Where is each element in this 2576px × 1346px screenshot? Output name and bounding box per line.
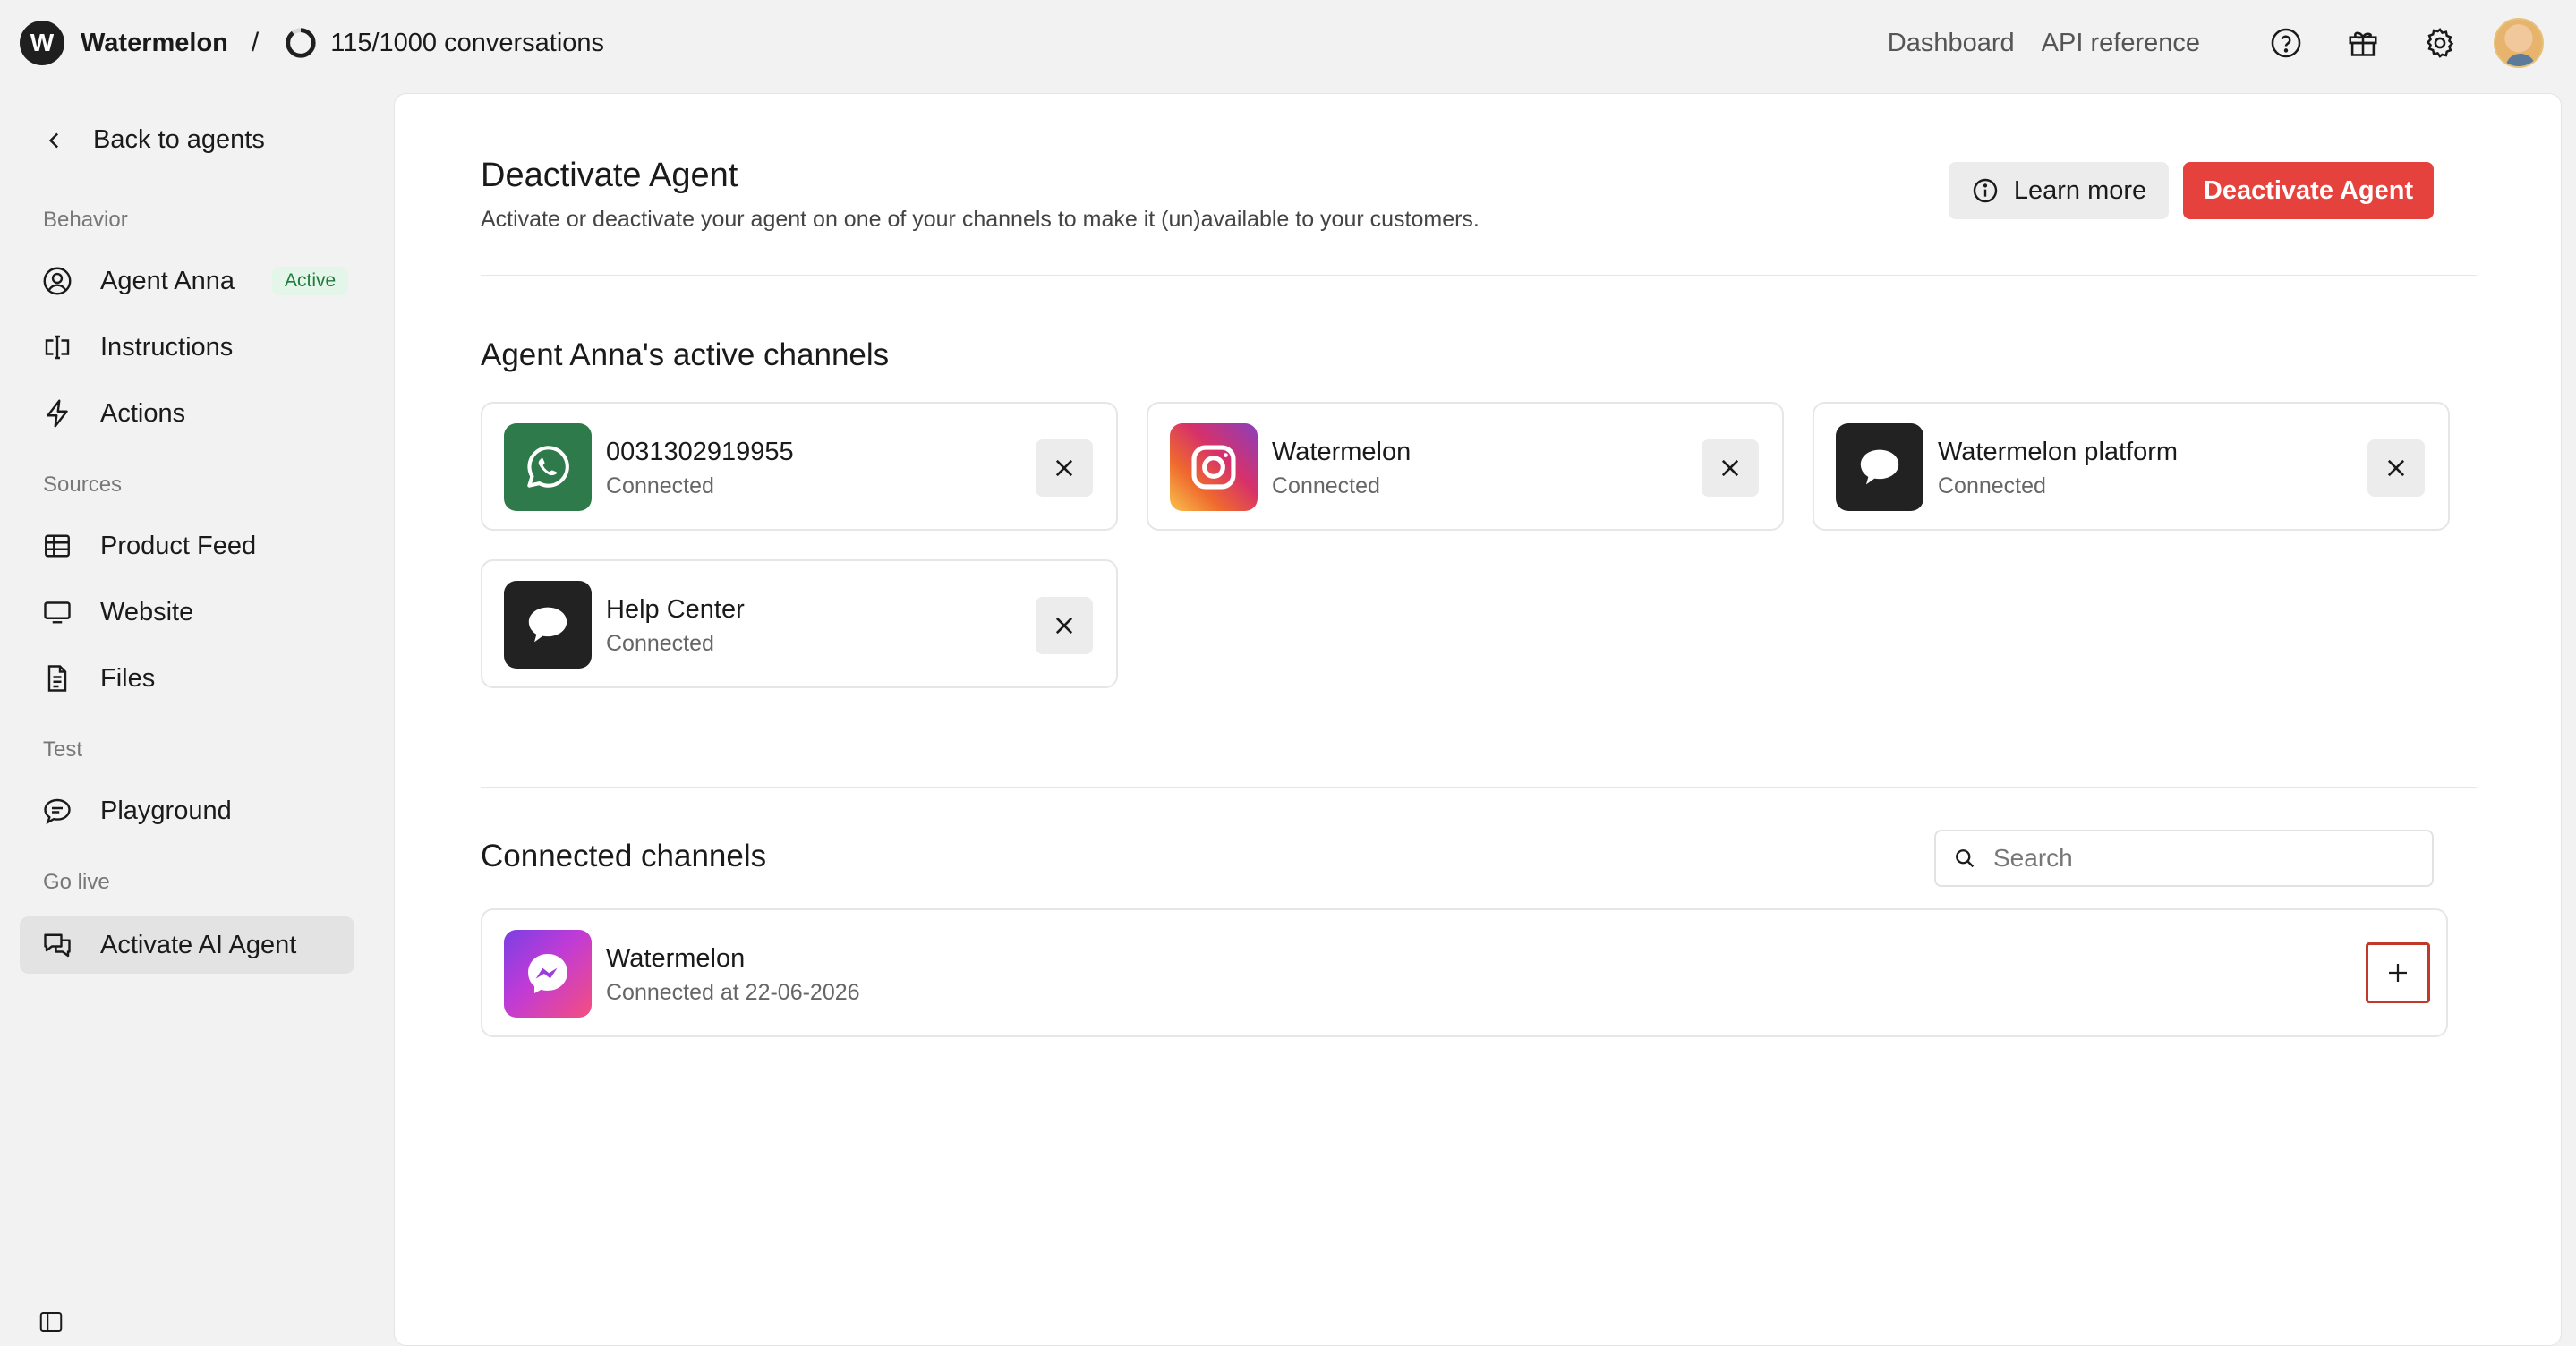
connected-channels-title: Connected channels xyxy=(481,839,767,873)
table-icon xyxy=(45,534,70,558)
deactivate-agent-button[interactable]: Deactivate Agent xyxy=(2183,162,2434,219)
sidebar-item-instructions[interactable]: Instructions xyxy=(20,319,354,376)
remove-channel-button[interactable] xyxy=(1036,439,1093,497)
plus-icon xyxy=(2389,964,2407,982)
channel-status: Connected xyxy=(606,473,714,498)
channel-status: Connected xyxy=(1272,473,1380,498)
close-icon xyxy=(2387,459,2405,477)
top-bar: W Watermelon / 115/1000 conversations Da… xyxy=(0,0,2576,86)
page-subtitle: Activate or deactivate your agent on one… xyxy=(481,207,1480,232)
sidebar-item-website[interactable]: Website xyxy=(20,584,354,641)
search-icon xyxy=(1956,849,1975,868)
dashboard-link[interactable]: Dashboard xyxy=(1888,29,2015,58)
close-icon xyxy=(1055,617,1073,635)
sidebar: Back to agents Behavior Agent Anna Activ… xyxy=(0,86,376,1332)
workspace-name: Watermelon xyxy=(81,28,228,57)
user-avatar[interactable] xyxy=(2494,18,2544,68)
top-right-nav: Dashboard API reference xyxy=(1888,0,2544,86)
active-channel-card: Watermelon Connected xyxy=(1147,402,1784,531)
close-icon xyxy=(1055,459,1073,477)
divider xyxy=(481,787,2477,788)
sidebar-item-label: Product Feed xyxy=(100,531,257,560)
sidebar-item-label: Files xyxy=(100,663,156,693)
active-channel-card: Help Center Connected xyxy=(481,559,1118,688)
channel-status: Connected xyxy=(1938,473,2046,498)
sidebar-item-label: Website xyxy=(100,597,194,626)
workspace-switcher[interactable]: W Watermelon xyxy=(20,21,228,65)
sidebar-item-label: Instructions xyxy=(100,332,234,362)
channel-name: Help Center xyxy=(606,595,745,624)
add-channel-button[interactable] xyxy=(2366,942,2430,1003)
instagram-icon xyxy=(1170,423,1258,511)
sidebar-item-label: Activate AI Agent xyxy=(100,930,297,959)
breadcrumb-separator: / xyxy=(251,28,260,57)
status-badge: Active xyxy=(271,267,349,295)
chats-icon xyxy=(44,933,71,958)
back-to-agents-link[interactable]: Back to agents xyxy=(41,125,265,155)
section-test: Test xyxy=(43,737,83,762)
remove-channel-button[interactable] xyxy=(1036,597,1093,654)
learn-more-button[interactable]: Learn more xyxy=(1949,162,2169,219)
active-channels-title: Agent Anna's active channels xyxy=(481,337,890,372)
api-reference-link[interactable]: API reference xyxy=(2042,29,2200,58)
sidebar-toggle-icon[interactable] xyxy=(36,1308,66,1335)
sidebar-item-label: Playground xyxy=(100,796,232,825)
messenger-icon xyxy=(504,930,592,1018)
channel-status: Connected at 22-06-2026 xyxy=(606,980,860,1005)
info-icon xyxy=(1973,178,1998,203)
usage-text: 115/1000 conversations xyxy=(330,28,605,57)
channel-name: Watermelon xyxy=(1272,438,1412,466)
channel-name: 0031302919955 xyxy=(606,438,794,466)
sidebar-item-label: Actions xyxy=(100,398,186,428)
active-channel-card: Watermelon platform Connected xyxy=(1813,402,2450,531)
channel-status: Connected xyxy=(606,631,714,656)
settings-icon[interactable] xyxy=(2422,25,2458,61)
sidebar-item-product-feed[interactable]: Product Feed xyxy=(20,517,354,575)
channel-search[interactable] xyxy=(1934,830,2434,887)
section-go-live: Go live xyxy=(43,870,110,894)
speech-bubble-icon xyxy=(504,581,592,669)
main-panel: Deactivate Agent Activate or deactivate … xyxy=(394,93,2562,1346)
gift-icon[interactable] xyxy=(2345,25,2381,61)
whatsapp-icon xyxy=(504,423,592,511)
section-behavior: Behavior xyxy=(43,208,128,232)
sidebar-item-label: Agent Anna xyxy=(100,266,235,295)
active-channel-card: 0031302919955 Connected xyxy=(481,402,1118,531)
sidebar-item-activate-ai-agent[interactable]: Activate AI Agent xyxy=(20,916,354,974)
sidebar-item-files[interactable]: Files xyxy=(20,650,354,707)
search-input[interactable] xyxy=(1993,844,2423,873)
connected-channel-card: Watermelon Connected at 22-06-2026 xyxy=(481,908,2448,1037)
learn-more-label: Learn more xyxy=(2013,175,2147,205)
text-cursor-icon xyxy=(45,335,70,360)
sidebar-item-agent[interactable]: Agent Anna Active xyxy=(20,252,354,310)
lightning-icon xyxy=(47,399,68,428)
monitor-icon xyxy=(44,601,71,624)
remove-channel-button[interactable] xyxy=(2367,439,2425,497)
sidebar-item-playground[interactable]: Playground xyxy=(20,782,354,839)
speech-bubble-icon xyxy=(1836,423,1923,511)
help-icon[interactable] xyxy=(2268,25,2304,61)
section-sources: Sources xyxy=(43,473,123,497)
divider xyxy=(481,275,2477,276)
channel-name: Watermelon xyxy=(606,944,746,973)
channel-name: Watermelon platform xyxy=(1938,438,2179,466)
close-icon xyxy=(1721,459,1739,477)
back-label: Back to agents xyxy=(93,125,265,154)
conversation-usage[interactable]: 115/1000 conversations xyxy=(284,26,604,60)
remove-channel-button[interactable] xyxy=(1702,439,1759,497)
user-circle-icon xyxy=(43,267,72,295)
chevron-left-icon xyxy=(48,132,59,148)
workspace-logo: W xyxy=(20,21,64,65)
document-icon xyxy=(47,665,67,692)
usage-progress-icon xyxy=(286,28,316,58)
page-title: Deactivate Agent xyxy=(481,157,738,194)
sidebar-item-actions[interactable]: Actions xyxy=(20,385,354,442)
chat-bubble-icon xyxy=(44,798,71,825)
